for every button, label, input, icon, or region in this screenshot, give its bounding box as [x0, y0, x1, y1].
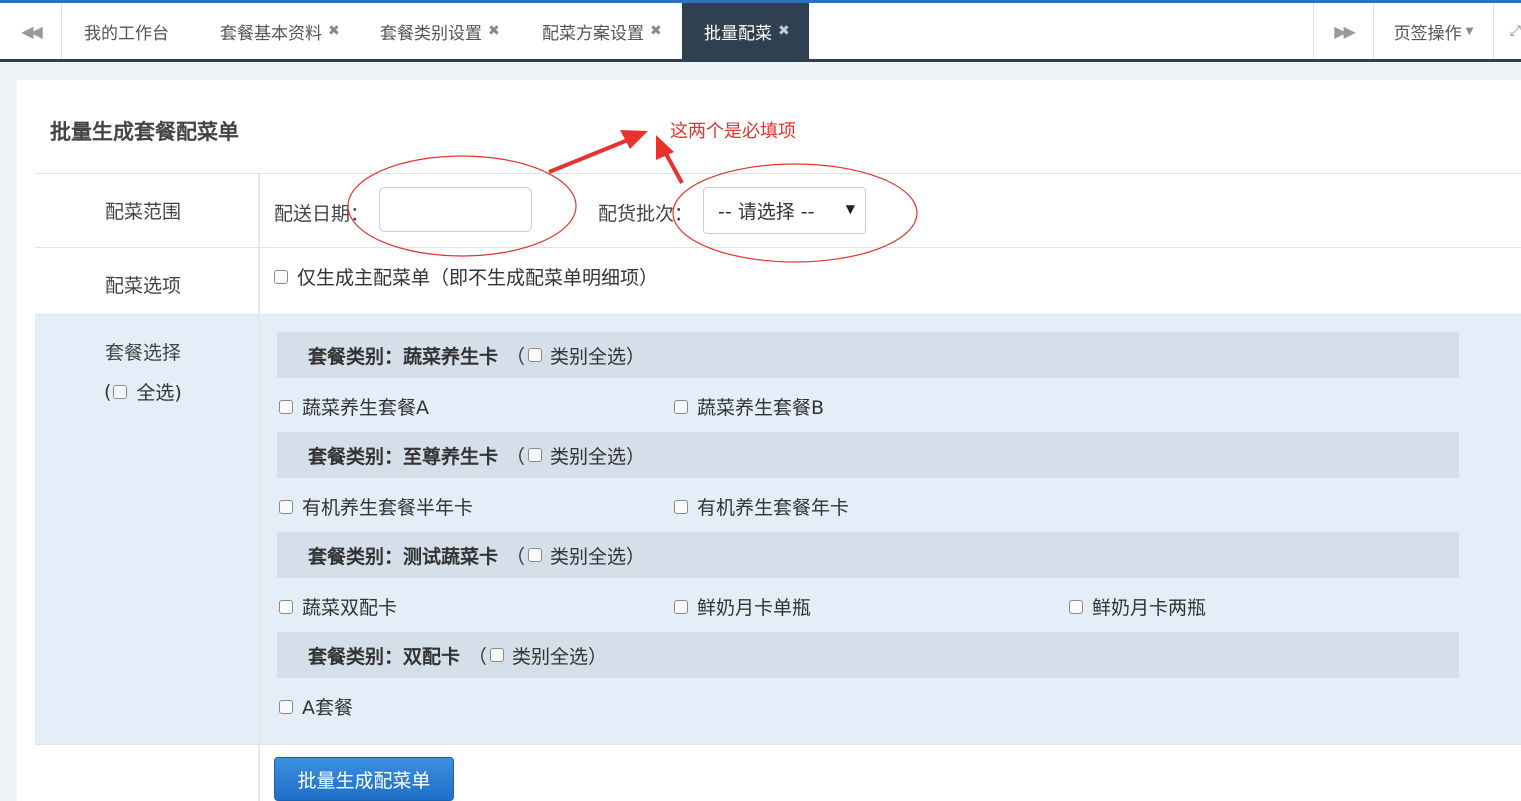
category-name: 蔬菜养生卡 [403, 345, 499, 368]
tab-bar: ◀◀ 我的工作台 套餐基本资料 ✖ 套餐类别设置 ✖ 配菜方案设置 ✖ 批量配菜… [0, 3, 1521, 62]
category-select-all-label: 类别全选） [512, 645, 608, 668]
close-icon[interactable]: ✖ [778, 23, 790, 39]
tab-label: 套餐类别设置 [380, 23, 482, 44]
category-select-all-label: 类别全选） [550, 445, 646, 468]
delivery-date-input[interactable] [379, 187, 532, 232]
tab-workbench[interactable]: 我的工作台 [62, 3, 200, 59]
page-ops-dropdown[interactable]: 页签操作 ▼ [1374, 3, 1494, 59]
fullscreen-button[interactable]: ⤢ [1494, 3, 1521, 59]
tab-scroll-left-button[interactable]: ◀◀ [0, 3, 62, 59]
category-select-all-checkbox[interactable] [528, 448, 543, 462]
column-divider [258, 174, 260, 801]
annotation-text: 这两个是必填项 [670, 121, 796, 142]
batch-select-value: -- 请选择 -- [718, 201, 815, 223]
only-main-option: 仅生成主配菜单（即不生成配菜单明细项） [274, 263, 658, 290]
package-option: 鲜奶月卡单瓶 [674, 593, 811, 620]
tab-label: 配菜方案设置 [542, 23, 644, 44]
category-prefix: 套餐类别： [308, 445, 404, 468]
category-name: 至尊养生卡 [403, 445, 499, 468]
double-chevron-left-icon: ◀◀ [21, 21, 43, 41]
category-name: 测试蔬菜卡 [403, 545, 499, 568]
package-checkbox[interactable] [674, 599, 688, 614]
category-select-all: （类别全选） [506, 442, 645, 469]
range-label: 配菜范围 [105, 201, 182, 223]
package-checkbox[interactable] [279, 499, 293, 514]
package-label: 蔬菜养生套餐A [302, 397, 429, 419]
category-select-all-checkbox[interactable] [528, 348, 543, 362]
close-icon[interactable]: ✖ [650, 23, 662, 39]
only-main-checkbox[interactable] [274, 269, 288, 284]
category-header: 套餐类别： 蔬菜养生卡 （类别全选） [277, 332, 1459, 378]
package-select-label: 套餐选择 [105, 342, 182, 364]
category-header: 套餐类别： 双配卡 （类别全选） [277, 632, 1459, 678]
expand-icon: ⤢ [1509, 23, 1521, 39]
package-option: 蔬菜双配卡 [279, 593, 397, 620]
tab-batch-dish[interactable]: 批量配菜 ✖ [682, 3, 809, 59]
category-header: 套餐类别： 至尊养生卡 （类别全选） [277, 432, 1459, 478]
package-checkbox[interactable] [279, 599, 293, 614]
category-name: 双配卡 [403, 645, 461, 668]
tab-package-basic[interactable]: 套餐基本资料 ✖ [200, 3, 360, 59]
category-select-all: （类别全选） [506, 542, 645, 569]
package-checkbox[interactable] [674, 399, 688, 414]
category-select-all: （类别全选） [506, 342, 645, 369]
package-checkbox[interactable] [674, 499, 688, 514]
page-title: 批量生成套餐配菜单 [50, 120, 239, 144]
close-icon[interactable]: ✖ [488, 23, 500, 39]
batch-generate-button[interactable]: 批量生成配菜单 [274, 757, 454, 801]
select-all-label: 全选) [136, 382, 182, 404]
page-ops-label: 页签操作 [1393, 23, 1462, 44]
category-select-all-checkbox[interactable] [528, 548, 543, 562]
category-prefix: 套餐类别： [308, 345, 404, 368]
select-all-checkbox[interactable] [113, 384, 128, 399]
tab-label: 批量配菜 [704, 23, 772, 44]
tab-label: 我的工作台 [84, 23, 169, 44]
category-prefix: 套餐类别： [308, 645, 404, 668]
package-label: A套餐 [302, 697, 353, 719]
select-all-option: ( 全选) [104, 378, 182, 405]
package-option: 有机养生套餐年卡 [674, 493, 849, 520]
options-label: 配菜选项 [105, 275, 182, 297]
category-select-all-label: 类别全选） [550, 545, 646, 568]
tab-package-category[interactable]: 套餐类别设置 ✖ [360, 3, 522, 59]
category-prefix: 套餐类别： [308, 545, 404, 568]
package-option: 鲜奶月卡两瓶 [1069, 593, 1206, 620]
batch-label: 配货批次： [598, 203, 694, 225]
batch-select[interactable]: -- 请选择 -- ▼ [703, 187, 866, 234]
category-select-all-label: 类别全选） [550, 345, 646, 368]
package-option: 蔬菜养生套餐B [674, 393, 824, 420]
date-label: 配送日期： [274, 203, 370, 225]
tab-scroll-right-button[interactable]: ▶▶ [1313, 3, 1374, 59]
package-label: 蔬菜双配卡 [302, 597, 398, 619]
package-label: 鲜奶月卡两瓶 [1092, 597, 1207, 619]
caret-down-icon: ▼ [1465, 25, 1474, 37]
tab-label: 套餐基本资料 [220, 23, 322, 44]
tab-dish-plan[interactable]: 配菜方案设置 ✖ [522, 3, 682, 59]
package-label: 有机养生套餐半年卡 [302, 497, 474, 519]
category-select-all: （类别全选） [468, 642, 607, 669]
category-select-all-checkbox[interactable] [490, 648, 505, 662]
package-checkbox[interactable] [279, 699, 293, 714]
double-chevron-right-icon: ▶▶ [1334, 21, 1356, 41]
category-header: 套餐类别： 测试蔬菜卡 （类别全选） [277, 532, 1459, 578]
package-label: 鲜奶月卡单瓶 [697, 597, 812, 619]
paren-open: ( [104, 380, 112, 403]
package-label: 蔬菜养生套餐B [697, 397, 825, 419]
package-label: 有机养生套餐年卡 [697, 497, 850, 519]
package-option: 有机养生套餐半年卡 [279, 493, 473, 520]
only-main-label: 仅生成主配菜单（即不生成配菜单明细项） [297, 267, 659, 289]
caret-down-icon: ▼ [845, 202, 855, 216]
package-checkbox[interactable] [1069, 599, 1083, 614]
package-option: 蔬菜养生套餐A [279, 393, 429, 420]
tab-list: 我的工作台 套餐基本资料 ✖ 套餐类别设置 ✖ 配菜方案设置 ✖ 批量配菜 ✖ [62, 3, 809, 59]
package-checkbox[interactable] [279, 399, 293, 414]
close-icon[interactable]: ✖ [328, 23, 340, 39]
package-option: A套餐 [279, 693, 353, 720]
